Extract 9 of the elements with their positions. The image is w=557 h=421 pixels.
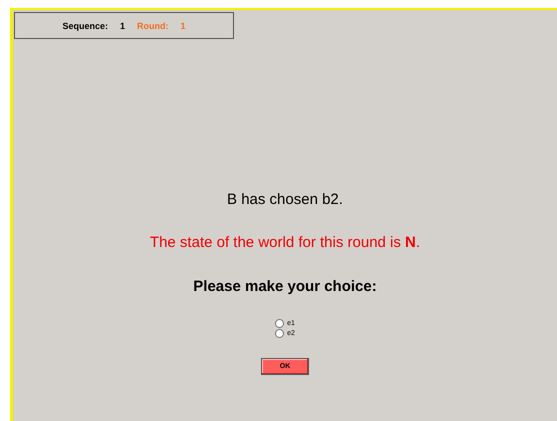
choice-message: B has chosen b2. xyxy=(227,191,343,208)
radio-button[interactable] xyxy=(275,319,284,328)
round-value: 1 xyxy=(180,20,186,30)
prompt-text: Please make your choice: xyxy=(193,278,377,295)
radio-button[interactable] xyxy=(275,329,284,338)
round-label: Round: xyxy=(137,20,168,30)
sequence-label: Sequence: xyxy=(62,20,108,30)
sequence-value: 1 xyxy=(120,20,125,30)
state-message: The state of the world for this round is N. xyxy=(150,234,420,251)
